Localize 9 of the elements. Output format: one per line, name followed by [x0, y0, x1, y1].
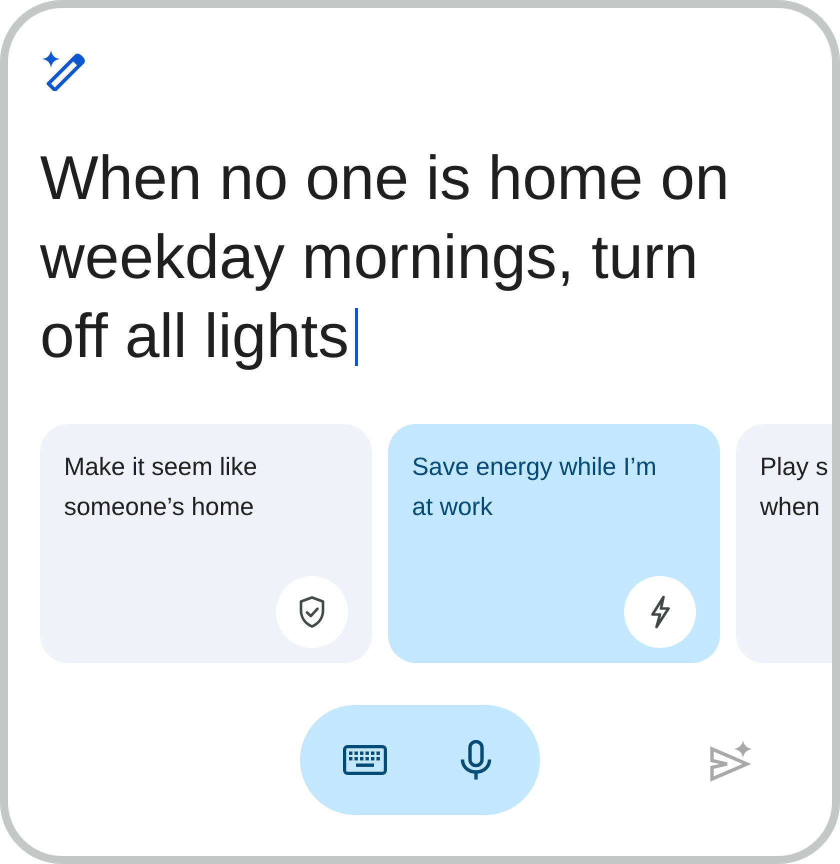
microphone-icon [460, 740, 492, 780]
lightning-bolt-icon [624, 576, 696, 648]
keyboard-icon [343, 745, 387, 775]
shield-check-icon [276, 576, 348, 648]
prompt-field[interactable]: When no one is home on weekday mornings, turn off all lights [40, 139, 756, 376]
suggestion-card[interactable]: Play s when [736, 424, 832, 663]
pencil-sparkle-icon [41, 49, 85, 91]
suggestion-card[interactable]: Save energy while I’m at work [388, 424, 720, 663]
suggestion-card[interactable]: Make it seem like someone’s home [40, 424, 372, 663]
